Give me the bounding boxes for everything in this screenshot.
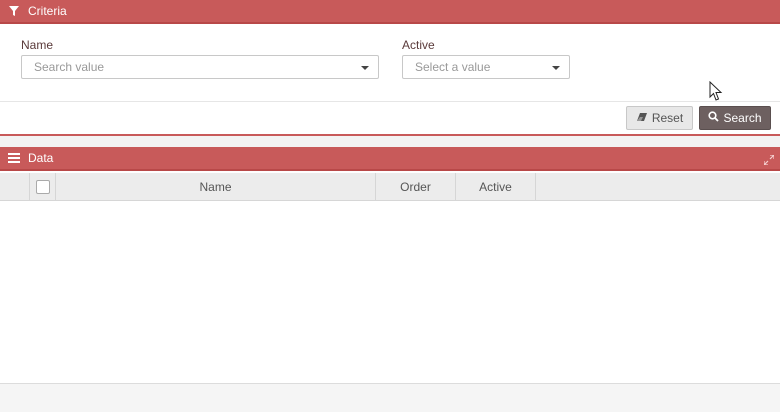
select-all-checkbox[interactable]: [35, 179, 50, 194]
search-label: Search: [723, 111, 762, 125]
panel-gap: [0, 136, 780, 147]
active-select[interactable]: Select a value: [402, 55, 570, 79]
active-field-label: Active: [402, 38, 435, 52]
name-search-placeholder: Search value: [34, 60, 105, 74]
active-select-placeholder: Select a value: [415, 60, 491, 74]
page: Criteria Name Search value Active Select…: [0, 0, 780, 412]
filter-icon: [0, 6, 28, 16]
column-header-active[interactable]: Active: [456, 173, 536, 200]
list-icon: [0, 153, 28, 163]
reset-button[interactable]: Reset: [626, 106, 693, 130]
criteria-panel-header[interactable]: Criteria: [0, 0, 780, 24]
table-body: [0, 201, 780, 383]
chevron-down-icon: [361, 66, 369, 70]
criteria-body: Name Search value Active Select a value: [0, 24, 780, 101]
column-header-name[interactable]: Name: [56, 173, 376, 200]
name-field-label: Name: [21, 38, 54, 52]
data-title: Data: [28, 151, 54, 165]
expand-icon[interactable]: [763, 154, 775, 168]
eraser-icon: [636, 111, 648, 125]
search-icon: [708, 111, 720, 125]
name-search-select[interactable]: Search value: [21, 55, 379, 79]
search-button[interactable]: Search: [699, 106, 771, 130]
select-all-column: [30, 173, 56, 200]
reset-label: Reset: [651, 111, 684, 125]
mouse-cursor-icon: [709, 80, 723, 105]
column-header-order[interactable]: Order: [376, 173, 456, 200]
table-footer: [0, 383, 780, 412]
row-number-column: [0, 173, 30, 200]
data-panel-header[interactable]: Data: [0, 147, 780, 171]
criteria-divider: [0, 101, 780, 102]
criteria-title: Criteria: [28, 4, 67, 18]
table-header: Name Order Active: [0, 173, 780, 201]
chevron-down-icon: [552, 66, 560, 70]
